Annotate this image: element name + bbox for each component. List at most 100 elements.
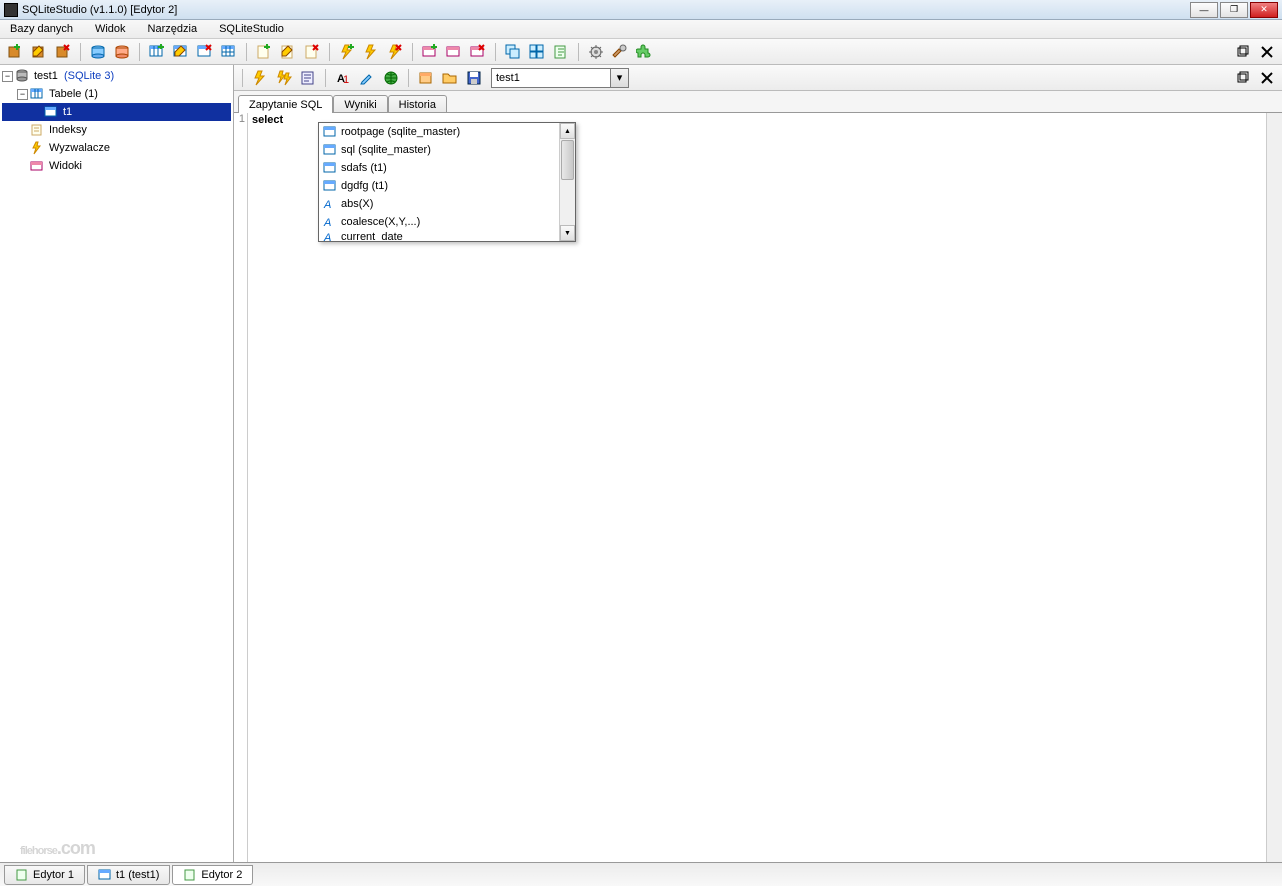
db-remove-icon[interactable] <box>52 41 74 63</box>
open-folder-icon[interactable] <box>439 67 461 89</box>
menu-tools[interactable]: Narzędzia <box>142 21 204 37</box>
execute-icon[interactable] <box>249 67 271 89</box>
db-connect-icon[interactable] <box>87 41 109 63</box>
save-icon[interactable] <box>463 67 485 89</box>
line-gutter: 1 <box>234 113 248 883</box>
view-add-icon[interactable] <box>419 41 441 63</box>
tree-table-item[interactable]: t1 <box>2 103 231 121</box>
close-button[interactable]: ✕ <box>1250 2 1278 18</box>
trigger-add-icon[interactable] <box>336 41 358 63</box>
function-icon: A <box>323 197 337 211</box>
view-icon <box>30 159 44 173</box>
scroll-thumb[interactable] <box>561 140 574 180</box>
autocomplete-item[interactable]: dgdfg (t1) <box>319 177 559 195</box>
db-disconnect-icon[interactable] <box>111 41 133 63</box>
highlight-icon[interactable] <box>356 67 378 89</box>
table-add-icon[interactable] <box>146 41 168 63</box>
triggers-label: Wyzwalacze <box>47 141 112 155</box>
sql-editor[interactable]: 1 select rootpage (sqlite_master) sql (s… <box>234 112 1282 883</box>
restore-button[interactable]: ❐ <box>1220 2 1248 18</box>
tree-tables-node[interactable]: − Tabele (1) <box>2 85 231 103</box>
tab-history[interactable]: Historia <box>388 95 447 113</box>
tree-views-node[interactable]: Widoki <box>2 157 231 175</box>
trigger-delete-icon[interactable] <box>384 41 406 63</box>
table-edit-icon[interactable] <box>170 41 192 63</box>
tile-icon[interactable] <box>526 41 548 63</box>
minimize-button[interactable]: — <box>1190 2 1218 18</box>
collapse-icon[interactable]: − <box>2 71 13 82</box>
editor-scrollbar[interactable] <box>1266 113 1282 883</box>
indexes-label: Indeksy <box>47 123 89 137</box>
sql-text: select <box>252 114 283 126</box>
collapse-icon[interactable]: − <box>17 89 28 100</box>
execute-all-icon[interactable] <box>273 67 295 89</box>
autocomplete-item[interactable]: Aabs(X) <box>319 195 559 213</box>
trigger-edit-icon[interactable] <box>360 41 382 63</box>
delete-item-icon[interactable] <box>301 41 323 63</box>
tab-query[interactable]: Zapytanie SQL <box>238 95 333 113</box>
cascade-icon[interactable] <box>502 41 524 63</box>
window-tab[interactable]: Edytor 2 <box>172 865 253 885</box>
trigger-icon <box>30 141 44 155</box>
explain-icon[interactable] <box>297 67 319 89</box>
tree-indexes-node[interactable]: Indeksy <box>2 121 231 139</box>
autocomplete-scrollbar[interactable]: ▲ ▼ <box>559 123 575 241</box>
main-area: − test1 (SQLite 3) − Tabele (1) t1 Indek… <box>0 65 1282 883</box>
mdi-close-icon[interactable] <box>1256 41 1278 63</box>
autocomplete-popup: rootpage (sqlite_master) sql (sqlite_mas… <box>318 122 576 242</box>
table-delete-icon[interactable] <box>194 41 216 63</box>
edit-item-icon[interactable] <box>277 41 299 63</box>
table-group-icon <box>30 87 44 101</box>
autocomplete-item[interactable]: rootpage (sqlite_master) <box>319 123 559 141</box>
mdi-restore-icon[interactable] <box>1232 41 1254 63</box>
column-icon <box>323 161 337 175</box>
new-item-icon[interactable] <box>253 41 275 63</box>
table-data-icon[interactable] <box>218 41 240 63</box>
db-engine: (SQLite 3) <box>64 70 114 82</box>
db-tree: − test1 (SQLite 3) − Tabele (1) t1 Indek… <box>0 65 233 883</box>
settings-icon[interactable] <box>585 41 607 63</box>
db-selector-input[interactable] <box>491 68 611 88</box>
load-sql-icon[interactable] <box>415 67 437 89</box>
web-icon[interactable] <box>380 67 402 89</box>
editor-icon <box>183 868 197 882</box>
open-editor-icon[interactable] <box>550 41 572 63</box>
autocomplete-item[interactable]: Acoalesce(X,Y,...) <box>319 213 559 231</box>
tab-results[interactable]: Wyniki <box>333 95 387 113</box>
autocomplete-item[interactable]: sql (sqlite_master) <box>319 141 559 159</box>
tree-db-node[interactable]: − test1 (SQLite 3) <box>2 67 231 85</box>
scroll-down-icon[interactable]: ▼ <box>560 225 575 241</box>
scroll-up-icon[interactable]: ▲ <box>560 123 575 139</box>
editor-icon <box>15 868 29 882</box>
code-area[interactable]: select rootpage (sqlite_master) sql (sql… <box>248 113 1266 883</box>
window-tab[interactable]: Edytor 1 <box>4 865 85 885</box>
autocomplete-list: rootpage (sqlite_master) sql (sqlite_mas… <box>319 123 559 241</box>
plugins-icon[interactable] <box>633 41 655 63</box>
db-selector-dropdown-icon[interactable]: ▾ <box>611 68 629 88</box>
format-icon[interactable]: A1 <box>332 67 354 89</box>
db-edit-icon[interactable] <box>28 41 50 63</box>
titlebar[interactable]: SQLiteStudio (v1.1.0) [Edytor 2] — ❐ ✕ <box>0 0 1282 20</box>
db-add-icon[interactable] <box>4 41 26 63</box>
menu-view[interactable]: Widok <box>89 21 132 37</box>
menubar: Bazy danych Widok Narzędzia SQLiteStudio <box>0 20 1282 39</box>
svg-text:1: 1 <box>343 74 349 86</box>
editor-mdi-restore-icon[interactable] <box>1232 67 1254 89</box>
index-icon <box>30 123 44 137</box>
view-edit-icon[interactable] <box>443 41 465 63</box>
tools-icon[interactable] <box>609 41 631 63</box>
autocomplete-item[interactable]: sdafs (t1) <box>319 159 559 177</box>
svg-text:A: A <box>323 217 331 229</box>
column-icon <box>323 179 337 193</box>
db-name: test1 <box>34 70 58 82</box>
window-tab[interactable]: t1 (test1) <box>87 865 170 885</box>
autocomplete-item[interactable]: Acurrent_date <box>319 231 559 241</box>
view-delete-icon[interactable] <box>467 41 489 63</box>
menu-sqlitestudio[interactable]: SQLiteStudio <box>213 21 290 37</box>
views-label: Widoki <box>47 159 84 173</box>
menu-databases[interactable]: Bazy danych <box>4 21 79 37</box>
function-icon: A <box>323 215 337 229</box>
table-name: t1 <box>61 105 74 119</box>
editor-mdi-close-icon[interactable] <box>1256 67 1278 89</box>
tree-triggers-node[interactable]: Wyzwalacze <box>2 139 231 157</box>
